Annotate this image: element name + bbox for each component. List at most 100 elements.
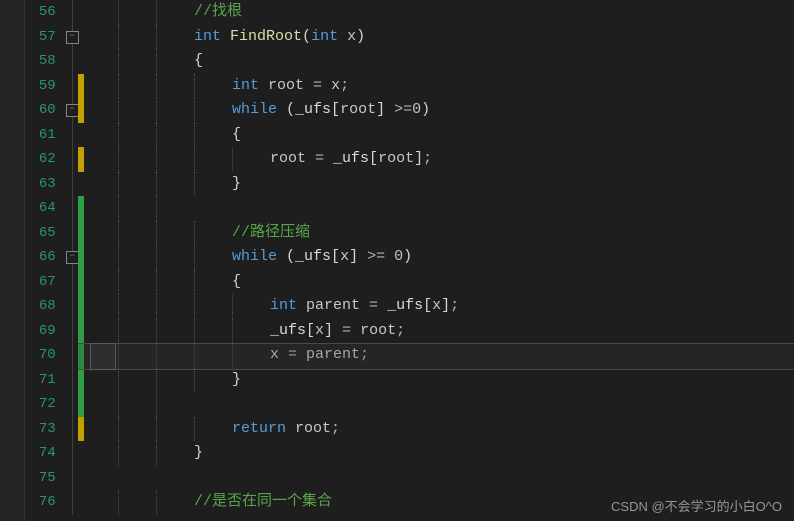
fold-area: [64, 490, 78, 515]
indent-guide: [156, 417, 158, 442]
line-number: 61: [0, 123, 64, 148]
gutter-row: 60−: [0, 98, 78, 123]
indent-guide: [232, 147, 234, 172]
fold-area: −: [64, 245, 78, 270]
indent-guide: [156, 25, 158, 50]
fold-area: [64, 392, 78, 417]
indent-guide: [232, 319, 234, 344]
code-line[interactable]: //路径压缩: [78, 221, 794, 246]
indent-guide: [118, 270, 120, 295]
fold-area: [64, 147, 78, 172]
fold-collapse-icon[interactable]: −: [66, 31, 79, 44]
line-number: 65: [0, 221, 64, 246]
code-token: ]: [349, 248, 358, 265]
code-token: ;: [396, 322, 405, 339]
code-token: =: [360, 297, 387, 314]
indent-guide: [194, 172, 196, 197]
fold-collapse-icon[interactable]: −: [66, 251, 79, 264]
indent-guide: [156, 392, 158, 417]
code-token: >=: [358, 248, 394, 265]
gutter-row: 61: [0, 123, 78, 148]
code-token: root: [340, 101, 376, 118]
line-number: 66: [0, 245, 64, 270]
code-token: [338, 28, 347, 45]
code-token: (: [302, 28, 311, 45]
gutter-row: 58: [0, 49, 78, 74]
code-token: while: [232, 248, 277, 265]
code-token: =: [333, 322, 360, 339]
gutter-row: 63: [0, 172, 78, 197]
code-line[interactable]: return root;: [78, 417, 794, 442]
code-line[interactable]: {: [78, 123, 794, 148]
code-line[interactable]: int root = x;: [78, 74, 794, 99]
code-token: =: [306, 150, 333, 167]
code-line[interactable]: root = _ufs[root];: [78, 147, 794, 172]
code-token: root: [378, 150, 414, 167]
indent-guide: [194, 221, 196, 246]
line-number: 73: [0, 417, 64, 442]
code-token: //路径压缩: [232, 224, 310, 241]
indent-guide: [156, 490, 158, 515]
fold-area: [64, 294, 78, 319]
code-line[interactable]: while (_ufs[x] >= 0): [78, 245, 794, 270]
code-token: [221, 28, 230, 45]
indent-guide: [194, 319, 196, 344]
indent-guide: [156, 172, 158, 197]
fold-area: [64, 172, 78, 197]
gutter-row: 67: [0, 270, 78, 295]
indent-guide: [194, 123, 196, 148]
code-line[interactable]: [78, 196, 794, 221]
code-token: 0: [394, 248, 403, 265]
code-area[interactable]: //找根int FindRoot(int x){int root = x;whi…: [78, 0, 794, 521]
code-line[interactable]: int parent = _ufs[x];: [78, 294, 794, 319]
code-token: ;: [331, 420, 340, 437]
code-token: =: [279, 346, 306, 363]
line-number: 76: [0, 490, 64, 515]
code-line[interactable]: _ufs[x] = root;: [78, 319, 794, 344]
fold-area: [64, 368, 78, 393]
code-token: (: [277, 101, 295, 118]
indent-guide: [232, 294, 234, 319]
line-number: 68: [0, 294, 64, 319]
code-token: ): [421, 101, 430, 118]
code-token: while: [232, 101, 277, 118]
indent-guide: [118, 74, 120, 99]
line-number: 59: [0, 74, 64, 99]
code-token: 0: [412, 101, 421, 118]
code-token: }: [232, 371, 241, 388]
indent-guide: [156, 441, 158, 466]
code-line[interactable]: }: [78, 172, 794, 197]
indent-guide: [118, 490, 120, 515]
indent-guide: [118, 172, 120, 197]
indent-guide: [194, 417, 196, 442]
code-token: [: [331, 248, 340, 265]
code-line[interactable]: [78, 392, 794, 417]
code-line[interactable]: while (_ufs[root] >=0): [78, 98, 794, 123]
code-line[interactable]: int FindRoot(int x): [78, 25, 794, 50]
code-line[interactable]: {: [78, 270, 794, 295]
code-line[interactable]: //找根: [78, 0, 794, 25]
code-line[interactable]: }: [78, 441, 794, 466]
indent-guide: [156, 270, 158, 295]
code-editor[interactable]: 5657−585960−616263646566−676869707172737…: [0, 0, 794, 521]
gutter-row: 59: [0, 74, 78, 99]
indent-guide: [232, 343, 234, 368]
line-number: 67: [0, 270, 64, 295]
code-line[interactable]: {: [78, 49, 794, 74]
code-line[interactable]: [78, 466, 794, 491]
code-line[interactable]: }: [78, 368, 794, 393]
fold-collapse-icon[interactable]: −: [66, 104, 79, 117]
line-number: 70: [0, 343, 64, 368]
fold-area: [64, 49, 78, 74]
indent-guide: [156, 0, 158, 25]
gutter-row: 75: [0, 466, 78, 491]
indent-guide: [156, 221, 158, 246]
gutter-row: 73: [0, 417, 78, 442]
indent-guide: [118, 147, 120, 172]
code-token: _ufs: [295, 101, 331, 118]
gutter-row: 57−: [0, 25, 78, 50]
code-token: _ufs: [387, 297, 423, 314]
indent-guide: [118, 98, 120, 123]
code-line[interactable]: x = parent;: [78, 343, 794, 368]
code-token: (: [277, 248, 295, 265]
